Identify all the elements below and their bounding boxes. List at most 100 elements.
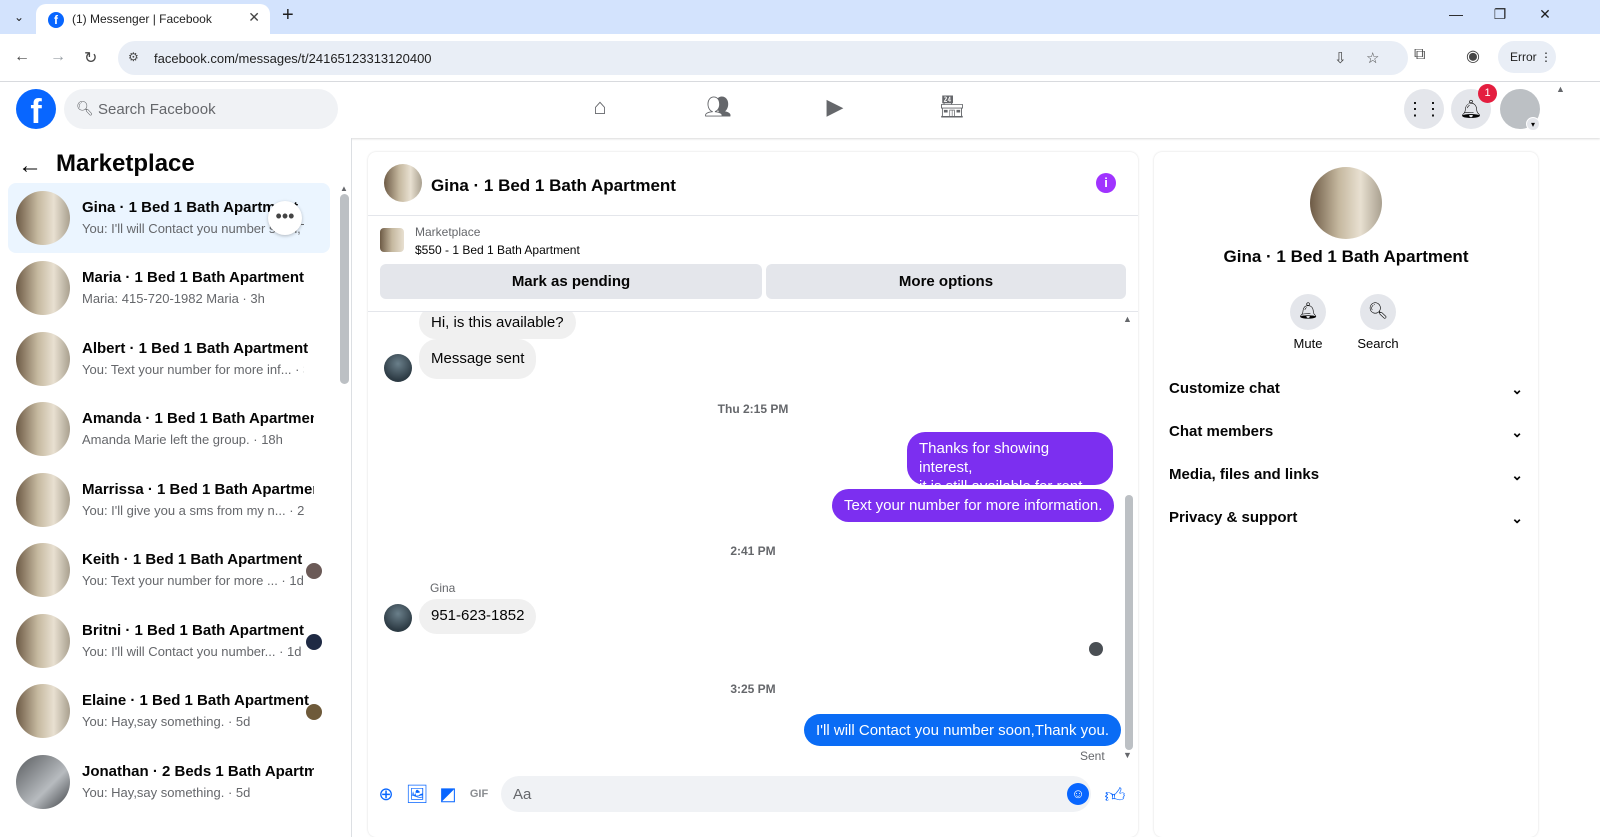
back-arrow-icon[interactable]: ← <box>18 152 42 180</box>
conversation-item[interactable]: Keith · 1 Bed 1 Bath Apartment You: Text… <box>8 535 330 605</box>
conversation-item[interactable]: Marrissa · 1 Bed 1 Bath Apartment You: I… <box>8 465 330 535</box>
seen-avatar <box>306 563 322 579</box>
browser-tab-strip: ⌄ f (1) Messenger | Facebook ✕ + — ❐ ✕ <box>0 0 1600 34</box>
message-input-wrapper[interactable]: ☺ <box>501 776 1091 812</box>
menu-grid-icon[interactable]: ⋮⋮ <box>1404 89 1444 129</box>
new-tab-icon[interactable]: + <box>282 4 294 27</box>
gif-icon[interactable]: GIF <box>467 788 491 800</box>
section-label: Privacy & support <box>1169 509 1298 526</box>
conversation-avatar <box>16 684 70 738</box>
marketplace-label: Marketplace <box>415 225 481 239</box>
more-options-button[interactable]: More options <box>766 264 1126 299</box>
mute-label: Mute <box>1293 336 1323 351</box>
conversation-avatar <box>16 191 70 245</box>
search-input[interactable] <box>98 89 328 129</box>
conversation-item[interactable]: Gina · 1 Bed 1 Bath Apartment You: I'll … <box>8 183 330 253</box>
section-privacy-support[interactable]: Privacy & support ⌄ <box>1169 502 1523 534</box>
chat-panel: Gina · 1 Bed 1 Bath Apartment i Marketpl… <box>368 152 1138 837</box>
chevron-down-icon: ⌄ <box>1511 424 1523 440</box>
reload-icon[interactable]: ↻ <box>84 48 97 68</box>
section-label: Customize chat <box>1169 380 1280 397</box>
message-bubble-outgoing: Text your number for more information. <box>832 489 1115 522</box>
marketplace-listing-bar: Marketplace $550 - 1 Bed 1 Bath Apartmen… <box>368 216 1138 312</box>
conversation-name: Marrissa · 1 Bed 1 Bath Apartment <box>82 481 314 498</box>
back-icon[interactable]: ← <box>14 48 30 66</box>
account-chevron-icon[interactable]: ▾ <box>1526 117 1540 131</box>
conversation-item[interactable]: Elaine · 1 Bed 1 Bath Apartment You: Hay… <box>8 676 330 746</box>
extensions-icon[interactable]: ⧉ <box>1414 46 1425 64</box>
conversation-item[interactable]: Amanda · 1 Bed 1 Bath Apartment Amanda M… <box>8 394 330 464</box>
section-media-files-links[interactable]: Media, files and links ⌄ <box>1169 459 1523 491</box>
facebook-logo-icon[interactable]: f <box>16 89 56 131</box>
message-input[interactable] <box>513 776 1053 812</box>
more-options-icon[interactable]: ••• <box>268 201 302 235</box>
conversation-preview: You: Text your number for more ... · 1d <box>82 573 304 588</box>
marketplace-icon[interactable]: 🏪︎ <box>932 94 972 120</box>
minimize-icon[interactable]: — <box>1441 6 1471 22</box>
close-window-icon[interactable]: ✕ <box>1530 6 1560 23</box>
listing-thumbnail[interactable] <box>380 228 404 252</box>
search-button[interactable]: 🔍︎ Search <box>1348 294 1408 351</box>
profile-error-button[interactable]: Error ⋮ <box>1498 41 1556 73</box>
facebook-topbar: f 🔍︎ ⌂ 👥︎ ▶ 🏪︎ ⋮⋮ 🔔︎ <box>0 82 1600 138</box>
tab-search-chevron-icon[interactable]: ⌄ <box>8 7 30 27</box>
search-icon: 🔍︎ <box>1360 294 1396 330</box>
timestamp: Thu 2:15 PM <box>717 402 789 416</box>
chat-avatar[interactable] <box>384 164 422 202</box>
contact-avatar <box>384 354 412 382</box>
search-label: Search <box>1357 336 1399 351</box>
conversation-name: Britni · 1 Bed 1 Bath Apartment <box>82 622 304 639</box>
chat-title[interactable]: Gina · 1 Bed 1 Bath Apartment <box>431 176 676 196</box>
seen-avatar <box>306 704 322 720</box>
profile-icon[interactable]: ◉ <box>1466 46 1480 66</box>
conversation-item[interactable]: Jonathan · 2 Beds 1 Bath Apartm... You: … <box>8 747 330 817</box>
section-customize-chat[interactable]: Customize chat ⌄ <box>1169 373 1523 405</box>
home-icon[interactable]: ⌂ <box>580 94 620 120</box>
sidebar-scrollbar[interactable] <box>340 194 349 384</box>
plus-circle-icon[interactable]: ⊕ <box>374 784 398 805</box>
timestamp: 3:25 PM <box>730 682 776 696</box>
forward-icon[interactable]: → <box>50 48 66 66</box>
mark-as-pending-button[interactable]: Mark as pending <box>380 264 762 299</box>
site-settings-icon[interactable]: ⚙ <box>128 50 139 64</box>
conversation-name: Jonathan · 2 Beds 1 Bath Apartm... <box>82 763 314 780</box>
conversation-item[interactable]: Britni · 1 Bed 1 Bath Apartment You: I'l… <box>8 606 330 676</box>
conversation-avatar <box>16 261 70 315</box>
page-scroll-up-icon[interactable]: ▲ <box>1556 84 1565 94</box>
video-icon[interactable]: ▶ <box>815 94 855 120</box>
message-composer: ⊕ 🖼︎ ◩ GIF ☺ 👍︎ <box>368 772 1138 837</box>
listing-title[interactable]: $550 - 1 Bed 1 Bath Apartment <box>415 243 580 257</box>
restore-icon[interactable]: ❐ <box>1485 6 1515 23</box>
facebook-search[interactable]: 🔍︎ <box>64 89 338 129</box>
tab-title: (1) Messenger | Facebook <box>72 12 212 26</box>
conversation-sidebar: ← Marketplace Gina · 1 Bed 1 Bath Apartm… <box>0 138 352 837</box>
message-bubble-incoming: 951-623-1852 <box>419 599 537 634</box>
address-bar[interactable]: ⚙ facebook.com/messages/t/24165123313120… <box>118 41 1408 75</box>
sidebar-title: Marketplace <box>56 150 195 177</box>
conversation-item[interactable]: Maria · 1 Bed 1 Bath Apartment Maria: 41… <box>8 253 330 323</box>
contact-avatar <box>384 604 412 632</box>
messages-scroll-down-icon[interactable]: ▼ <box>1123 750 1132 760</box>
mute-button[interactable]: 🔔︎ Mute <box>1278 294 1338 351</box>
chevron-down-icon: ⌄ <box>1511 510 1523 526</box>
friends-icon[interactable]: 👥︎ <box>698 94 738 120</box>
url-text: facebook.com/messages/t/2416512331312040… <box>154 51 432 66</box>
conversation-item[interactable]: Albert · 1 Bed 1 Bath Apartment You: Tex… <box>8 324 330 394</box>
search-icon: 🔍︎ <box>76 100 94 116</box>
emoji-icon[interactable]: ☺ <box>1067 783 1089 805</box>
sticker-icon[interactable]: ◩ <box>436 784 460 805</box>
attach-image-icon[interactable]: 🖼︎ <box>405 784 429 805</box>
message-bubble-incoming: Hi, is this available? <box>419 312 576 339</box>
messages-scroll-up-icon[interactable]: ▲ <box>1123 314 1132 324</box>
sidebar-scroll-up-icon[interactable]: ▲ <box>340 184 348 193</box>
close-tab-icon[interactable]: ✕ <box>248 9 260 26</box>
conversation-avatar <box>16 755 70 809</box>
section-chat-members[interactable]: Chat members ⌄ <box>1169 416 1523 448</box>
info-icon[interactable]: i <box>1096 173 1116 193</box>
details-avatar[interactable] <box>1310 167 1382 239</box>
like-thumbs-up-icon[interactable]: 👍︎ <box>1103 784 1127 808</box>
browser-tab[interactable]: f (1) Messenger | Facebook ✕ <box>36 4 270 34</box>
bookmark-star-icon[interactable]: ☆ <box>1366 49 1379 67</box>
messages-scrollbar[interactable] <box>1125 495 1133 750</box>
install-app-icon[interactable]: ⇩ <box>1334 49 1347 67</box>
